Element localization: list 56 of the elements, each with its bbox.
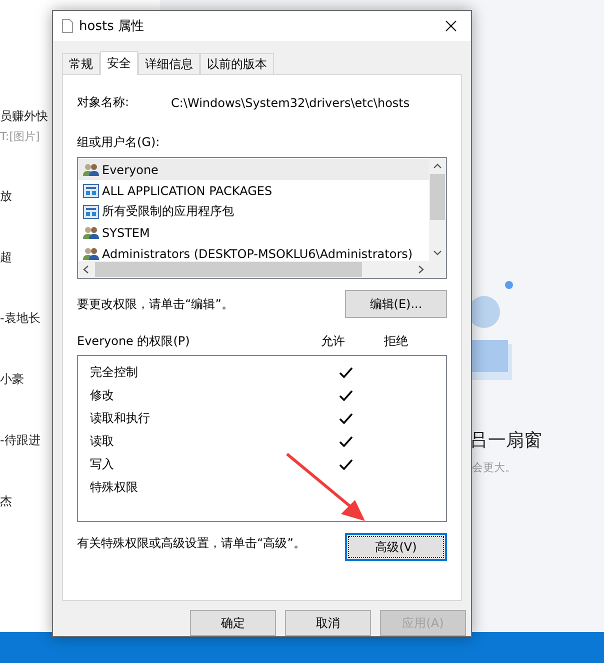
package-icon [83,204,99,218]
chat-name: 杰 [0,493,12,510]
user-list-item[interactable]: ALL APPLICATION PACKAGES [78,180,429,201]
tab[interactable]: 以前的版本 [200,53,274,74]
user-list-item[interactable]: Everyone [78,159,429,180]
package-icon [83,184,99,198]
user-list-item[interactable]: SYSTEM [78,222,429,243]
object-name-label: 对象名称: [77,94,130,111]
check-icon [339,412,353,424]
permission-name: 读取 [90,433,115,450]
check-icon [339,390,353,402]
object-path: C:\Windows\System32\drivers\etc\hosts [171,96,410,110]
edit-button[interactable]: 编辑(E)... [345,290,447,318]
close-icon [445,20,457,32]
scrollbar-thumb[interactable] [430,174,445,220]
column-header: 允许 [320,333,346,350]
advanced-hint: 有关特殊权限或高级设置，请单击“高级”。 [77,535,306,552]
dialog-button[interactable]: 确定 [190,610,276,636]
column-header: 拒绝 [383,333,409,350]
window-title: hosts 属性 [79,18,145,35]
file-icon [62,19,73,33]
scroll-down-icon[interactable] [433,250,442,256]
dialog-button[interactable]: 取消 [285,610,371,636]
tab[interactable]: 安全 [100,51,138,75]
users-label: 组或用户名(G): [77,134,161,151]
tab[interactable]: 常规 [62,53,100,74]
check-icon [339,366,353,378]
permission-name: 读取和执行 [90,410,151,427]
user-list-item[interactable]: 所有受限制的应用程序包 [78,201,429,222]
chat-name: 放 [0,188,12,205]
scrollbar-thumb[interactable] [95,262,362,277]
edit-hint: 要更改权限，请单击“编辑”。 [77,296,234,312]
promo-heading: 吕一扇窗 [470,429,542,452]
permission-name: 写入 [90,456,115,473]
permission-name: 特殊权限 [90,479,139,496]
check-icon [339,436,353,448]
permission-name: 修改 [90,387,115,404]
chat-name: -袁地长 [0,310,40,327]
horizontal-scrollbar[interactable] [78,261,429,278]
permissions-label: Everyone 的权限(P) [77,333,191,350]
users-icon [83,226,99,240]
vertical-scrollbar[interactable] [429,158,446,261]
tab[interactable]: 详细信息 [138,53,200,74]
message-preview: T:[图片] [0,129,40,144]
promo-text: 会更大。 [472,460,516,475]
check-icon [339,458,353,470]
chat-name: -待跟进 [0,432,40,449]
chat-name: 员赚外快 [0,108,48,125]
scroll-up-icon[interactable] [433,163,442,169]
permission-name: 完全控制 [90,364,139,381]
advanced-button[interactable]: 高级(V) [345,533,447,561]
chat-name: 小豪 [0,371,24,388]
chat-name: 超 [0,249,12,266]
user-list-item[interactable]: Administrators (DESKTOP-MSOKLU6\Administrators) [78,243,429,261]
users-icon [83,162,99,176]
users-icon [83,246,99,260]
